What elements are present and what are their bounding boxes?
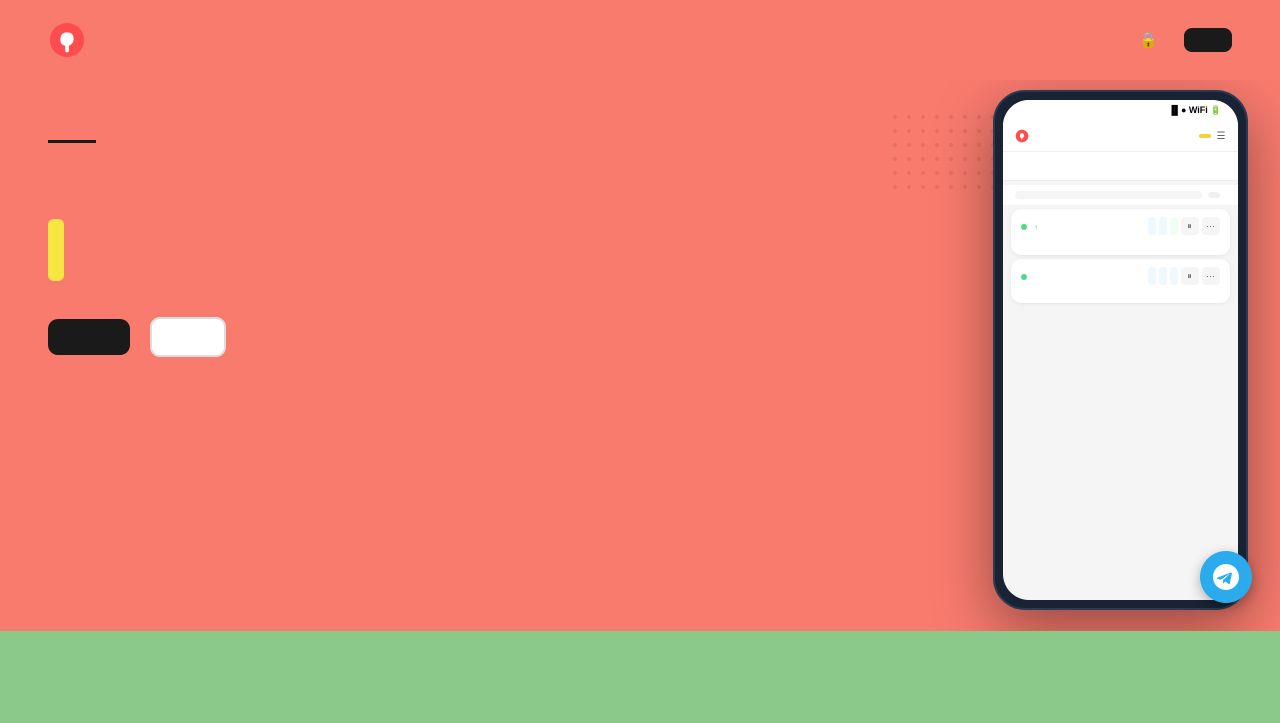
bot-1-tag (1170, 217, 1178, 235)
bot-2-type (1159, 267, 1167, 285)
bot-2-more[interactable]: ⋯ (1202, 267, 1220, 285)
bot-1-type (1159, 217, 1167, 235)
phone-app-header: ☰ (1003, 121, 1238, 152)
try-free-button[interactable] (48, 319, 130, 355)
bot-2-bottom-row (1021, 293, 1220, 295)
login-button[interactable]: 🔒 (1139, 31, 1164, 49)
app-logo-icon (1015, 129, 1029, 143)
phone-section-title (1003, 152, 1238, 166)
phone-search-input[interactable] (1015, 191, 1202, 199)
bottom-section (0, 631, 1280, 723)
telegram-icon (1213, 564, 1239, 590)
navbar: 🔒 (0, 0, 1280, 80)
phone-search-row (1003, 185, 1238, 205)
phone-mockup-area: ▐▌● WiFi 🔋 ☰ (960, 80, 1280, 631)
bot-1-status-dot (1021, 224, 1027, 230)
bot-2-pause[interactable]: ⏸ (1181, 267, 1199, 285)
binance-badge (1199, 134, 1211, 138)
menu-icon: ☰ (1217, 131, 1226, 142)
logo-icon (48, 21, 86, 59)
bot-card-2-header: ⏸ ⋯ (1021, 267, 1220, 285)
eyebrow (48, 140, 748, 143)
lock-icon: 🔒 (1139, 31, 1158, 49)
hero-content (48, 120, 748, 357)
logo[interactable] (48, 21, 96, 59)
view-pricing-button[interactable] (150, 317, 226, 357)
telegram-button[interactable] (1200, 551, 1252, 603)
type-badge (1208, 192, 1220, 198)
bot-card-1: ↑ ⏸ ⋯ (1011, 209, 1230, 255)
phone-tabs (1003, 166, 1238, 181)
phone-screen: ▐▌● WiFi 🔋 ☰ (1003, 100, 1238, 600)
hero-buttons (48, 317, 748, 357)
phone-signal: ▐▌● WiFi 🔋 (1168, 105, 1221, 116)
phone-status-bar: ▐▌● WiFi 🔋 (1003, 100, 1238, 121)
get-started-button[interactable] (1184, 28, 1232, 52)
bot-2-controls: ⏸ ⋯ (1148, 267, 1220, 285)
bot-1-more[interactable]: ⋯ (1202, 217, 1220, 235)
nav-right: 🔒 (1139, 28, 1232, 52)
app-logo-row (1015, 129, 1034, 143)
bot-1-pause[interactable]: ⏸ (1181, 217, 1199, 235)
bot-1-badge: ↑ (1034, 223, 1038, 232)
hero-section: const dp = document.querySelector('.dot-… (0, 80, 1280, 631)
bot-1-pair-info: ↑ (1021, 217, 1038, 235)
phone-outer: ▐▌● WiFi 🔋 ☰ (993, 90, 1248, 610)
bot-card-1-header: ↑ ⏸ ⋯ (1021, 217, 1220, 235)
bot-2-tag (1170, 267, 1178, 285)
bot-2-pair-info (1021, 267, 1030, 285)
bot-1-controls: ⏸ ⋯ (1148, 217, 1220, 235)
bot-1-days (1148, 217, 1156, 235)
bot-2-status-dot (1021, 274, 1027, 280)
bot-2-days (1148, 267, 1156, 285)
bot-card-2: ⏸ ⋯ (1011, 259, 1230, 303)
hero-title-highlight (48, 219, 64, 281)
hero-title (48, 161, 748, 281)
eyebrow-line (48, 140, 96, 143)
